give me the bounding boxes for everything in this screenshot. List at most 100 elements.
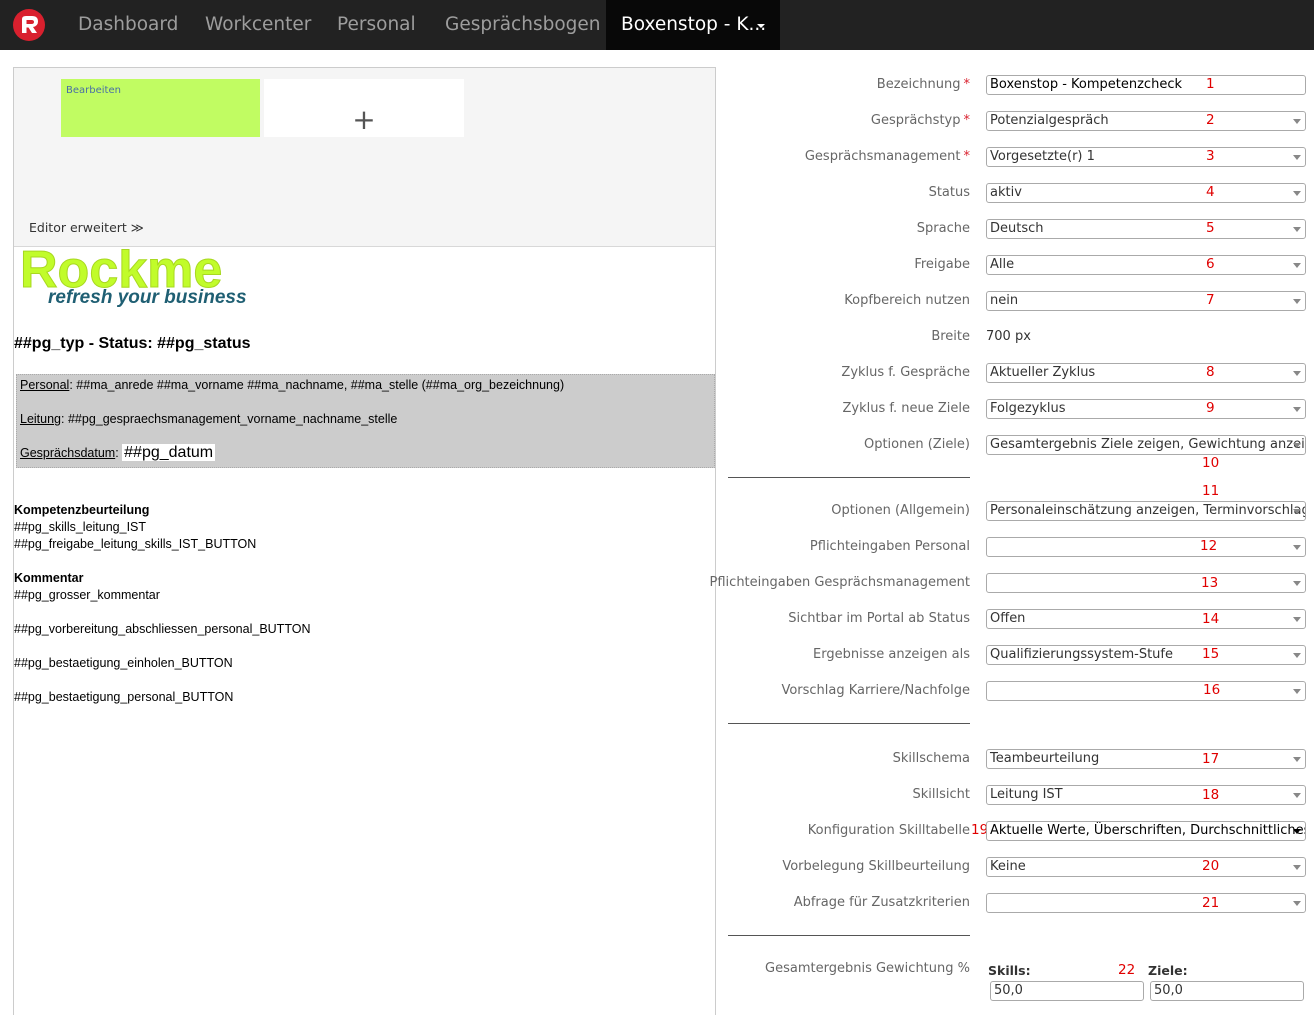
chevron-down-icon [1293, 901, 1301, 906]
row-vorschlag-karriere: Vorschlag Karriere/Nachfolge 16 [728, 681, 1314, 703]
info-box: Personal: ##ma_anrede ##ma_vorname ##ma_… [16, 374, 715, 468]
ziele-label: Ziele: [1148, 963, 1188, 978]
field-label: Vorbelegung Skillbeurteilung [782, 859, 970, 874]
pflicht-gespraechsmanagement-select[interactable] [986, 573, 1306, 593]
field-value: Aktueller Zyklus [990, 365, 1096, 380]
row-status: Status aktiv 4 [728, 183, 1314, 205]
add-tile[interactable]: + [264, 79, 464, 137]
info-personal: Personal: ##ma_anrede ##ma_vorname ##ma_… [20, 378, 564, 392]
annotation-number: 18 [1202, 787, 1220, 803]
row-zyklus-ziele: Zyklus f. neue Ziele Folgezyklus 9 [728, 399, 1314, 421]
section-heading: Kompetenzbeurteilung [14, 503, 150, 517]
sprache-select[interactable]: Deutsch [986, 219, 1306, 239]
freigabe-select[interactable]: Alle [986, 255, 1306, 275]
edit-tile-label: Bearbeiten [66, 85, 121, 96]
field-value: Keine [990, 859, 1026, 874]
gespraechsmanagement-select[interactable]: Vorgesetzte(r) 1 [986, 147, 1306, 167]
chevron-down-icon [1293, 545, 1301, 550]
ergebnisse-select[interactable]: Qualifizierungssystem-Stufe [986, 645, 1306, 665]
section-heading: Kommentar [14, 571, 84, 585]
row-optionen-ziele: Optionen (Ziele) Gesamtergebnis Ziele ze… [728, 435, 1314, 471]
field-value: Teambeurteilung [990, 751, 1100, 766]
vorbelegung-select[interactable]: Keine [986, 857, 1306, 877]
row-sprache: Sprache Deutsch 5 [728, 219, 1314, 241]
editor-toolbar: Bearbeiten + Editor erweitert ≫ [14, 68, 715, 247]
datum-value: ##pg_datum [122, 444, 216, 461]
annotation-number: 16 [1203, 682, 1221, 698]
nav-workcenter[interactable]: Workcenter [205, 0, 311, 50]
section-divider [728, 935, 970, 936]
info-datum: Gesprächsdatum: ##pg_datum [20, 444, 216, 462]
field-value: Folgezyklus [990, 401, 1066, 416]
row-gespraechstyp: Gesprächstyp * Potenzialgespräch 2 [728, 111, 1314, 133]
placeholder-line: ##pg_bestaetigung_personal_BUTTON [14, 690, 234, 704]
section-divider [728, 723, 970, 724]
field-value: Potenzialgespräch [990, 113, 1109, 128]
kopfbereich-select[interactable]: nein [986, 291, 1306, 311]
field-value: Qualifizierungssystem-Stufe [990, 647, 1173, 662]
optionen-ziele-select[interactable]: Gesamtergebnis Ziele zeigen, Gewichtung … [986, 435, 1306, 455]
required-marker: * [963, 77, 971, 92]
zusatzkriterien-select[interactable] [986, 893, 1306, 913]
chevron-down-icon [1293, 119, 1301, 124]
placeholder-line: ##pg_freigabe_leitung_skills_IST_BUTTON [14, 537, 257, 551]
chevron-down-icon [1293, 191, 1301, 196]
zyklus-gespraeche-select[interactable]: Aktueller Zyklus [986, 363, 1306, 383]
row-pflicht-gespraechsmanagement: Pflichteingaben Gesprächsmanagement 13 [710, 573, 1314, 595]
nav-active-dropdown[interactable]: Boxenstop - K... [606, 0, 780, 50]
ziele-weight-value: 50,0 [1154, 983, 1183, 998]
nav-personal[interactable]: Personal [337, 0, 416, 50]
field-label: Abfrage für Zusatzkriterien [793, 895, 970, 910]
field-value: Aktuelle Werte, Überschriften, Durchschn… [990, 823, 1306, 838]
skills-weight-input[interactable]: 50,0 [990, 981, 1144, 1001]
placeholder-line: ##pg_skills_leitung_IST [14, 520, 147, 534]
annotation-number: 7 [1206, 292, 1215, 308]
field-label: Ergebnisse anzeigen als [813, 647, 970, 662]
field-label: Bezeichnung * [877, 77, 970, 92]
field-label: Gesamtergebnis Gewichtung % [765, 961, 970, 976]
bezeichnung-input[interactable]: Boxenstop - Kompetenzcheck [986, 75, 1306, 95]
vorschlag-karriere-select[interactable] [986, 681, 1306, 701]
annotation-number: 12 [1200, 538, 1218, 554]
annotation-number: 5 [1206, 220, 1215, 236]
row-bezeichnung: Bezeichnung * Boxenstop - Kompetenzcheck … [728, 75, 1314, 97]
field-value: Offen [990, 611, 1026, 626]
ziele-weight-input[interactable]: 50,0 [1150, 981, 1304, 1001]
pflicht-personal-select[interactable] [986, 537, 1306, 557]
edit-tile[interactable]: Bearbeiten [61, 79, 260, 137]
chevron-down-icon [1293, 653, 1301, 658]
konfiguration-skilltabelle-select[interactable]: Aktuelle Werte, Überschriften, Durchschn… [986, 821, 1306, 841]
annotation-number: 21 [1202, 895, 1220, 911]
nav-dashboard[interactable]: Dashboard [78, 0, 178, 50]
annotation-number: 14 [1202, 611, 1220, 627]
row-konfiguration-skilltabelle: Konfiguration Skilltabelle 19 Aktuelle W… [728, 821, 1314, 843]
annotation-number: 6 [1206, 256, 1215, 272]
field-value: Personaleinschätzung anzeigen, Terminvor… [990, 503, 1306, 518]
editor-extended-toggle[interactable]: Editor erweitert ≫ [29, 220, 144, 235]
row-optionen-allgemein: Optionen (Allgemein) Personaleinschätzun… [728, 501, 1314, 523]
chevron-down-icon [1293, 757, 1301, 762]
field-label: Zyklus f. Gespräche [841, 365, 970, 380]
row-freigabe: Freigabe Alle 6 [728, 255, 1314, 277]
chevron-down-icon [1293, 299, 1301, 304]
zyklus-ziele-select[interactable]: Folgezyklus [986, 399, 1306, 419]
field-label: Optionen (Ziele) [863, 437, 970, 452]
row-pflicht-personal: Pflichteingaben Personal 12 [728, 537, 1314, 559]
rockme-logo-icon[interactable] [13, 9, 45, 41]
field-label: Breite [931, 329, 970, 344]
info-leitung: Leitung: ##pg_gespraechsmanagement_vorna… [20, 412, 397, 426]
leitung-value: : ##pg_gespraechsmanagement_vorname_nach… [61, 412, 398, 426]
gespraechstyp-select[interactable]: Potenzialgespräch [986, 111, 1306, 131]
field-value: Boxenstop - Kompetenzcheck [990, 77, 1182, 92]
sichtbar-portal-select[interactable]: Offen [986, 609, 1306, 629]
nav-gespraechsbogen[interactable]: Gesprächsbogen [445, 0, 601, 50]
chevron-down-icon [1293, 407, 1301, 412]
optionen-allgemein-select[interactable]: Personaleinschätzung anzeigen, Terminvor… [986, 501, 1306, 521]
annotation-number: 13 [1201, 575, 1219, 591]
chevron-down-icon [1293, 793, 1301, 798]
row-skillschema: Skillschema Teambeurteilung 17 [728, 749, 1314, 771]
skillschema-select[interactable]: Teambeurteilung [986, 749, 1306, 769]
skillsicht-select[interactable]: Leitung IST [986, 785, 1306, 805]
status-select[interactable]: aktiv [986, 183, 1306, 203]
label-text: Bezeichnung [876, 77, 961, 92]
